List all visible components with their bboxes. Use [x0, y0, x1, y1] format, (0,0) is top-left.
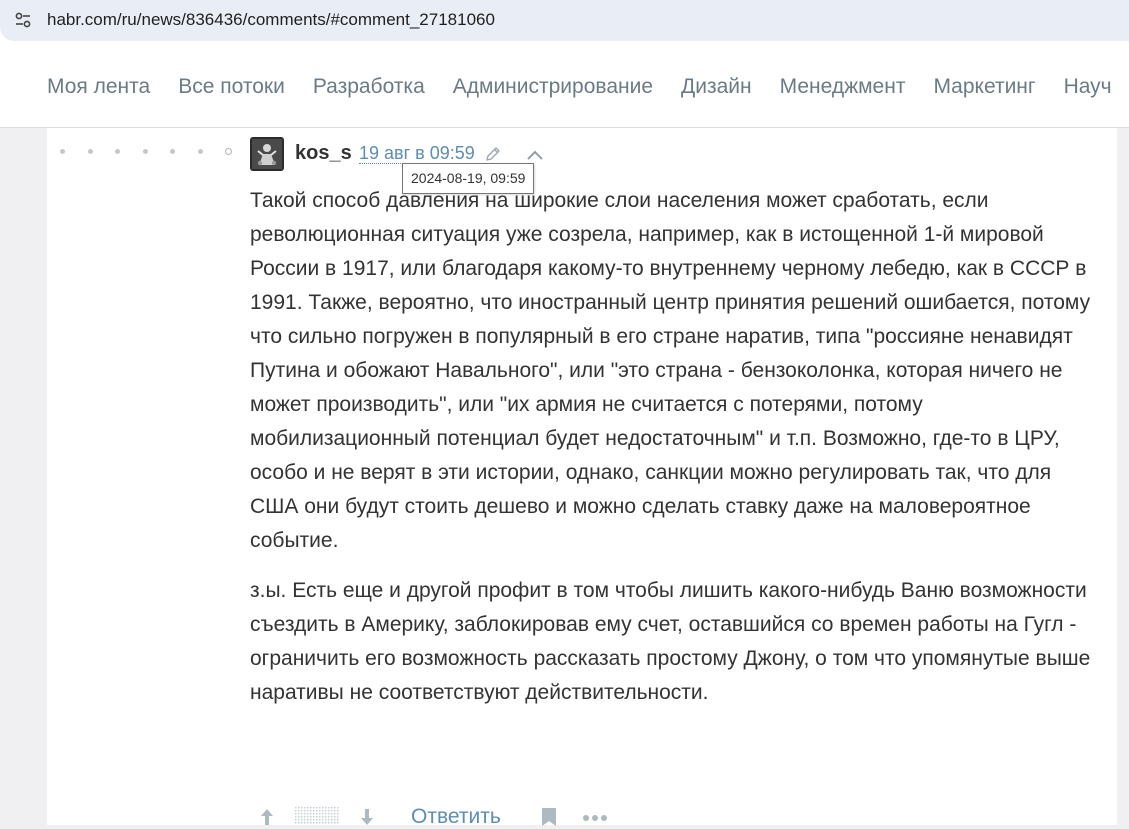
chevron-up-icon[interactable] — [525, 148, 545, 162]
thread-dot — [87, 149, 93, 154]
reply-button[interactable]: Ответить — [411, 805, 501, 829]
comment-time-link[interactable]: 19 авг в 09:59 — [359, 144, 475, 164]
bookmark-icon[interactable] — [541, 808, 557, 826]
habr-nav-bar: Моя лента Все потоки Разработка Админист… — [0, 50, 1129, 128]
nav-item-science[interactable]: Науч — [1064, 75, 1112, 99]
thread-dot — [170, 149, 175, 154]
omnibox[interactable]: habr.com/ru/news/836436/comments/#commen… — [0, 0, 1129, 41]
avatar[interactable] — [250, 137, 284, 171]
thread-dot — [142, 149, 148, 154]
timestamp-tooltip: 2024-08-19, 09:59 — [402, 163, 535, 194]
nav-item-all-streams[interactable]: Все потоки — [178, 75, 285, 99]
arrow-up-icon[interactable] — [258, 808, 276, 826]
comment-body: Такой способ давления на широкие слои на… — [250, 184, 1100, 726]
url-text[interactable]: habr.com/ru/news/836436/comments/#commen… — [47, 10, 495, 30]
thread-dot — [60, 149, 65, 154]
thread-depth-indicator — [60, 148, 255, 155]
nav-item-my-feed[interactable]: Моя лента — [47, 75, 150, 99]
comment-paragraph: Такой способ давления на широкие слои на… — [250, 189, 1091, 552]
pencil-icon — [486, 147, 500, 161]
nav-tabs: Моя лента Все потоки Разработка Админист… — [47, 75, 1129, 99]
browser-address-bar: habr.com/ru/news/836436/comments/#commen… — [0, 0, 1129, 50]
thread-dot — [115, 149, 120, 154]
nav-item-management[interactable]: Менеджмент — [780, 75, 906, 99]
arrow-down-icon[interactable] — [358, 808, 376, 826]
nav-item-design[interactable]: Дизайн — [681, 75, 752, 99]
comment-paragraph: з.ы. Есть еще и другой профит в том чтоб… — [250, 579, 1091, 704]
tune-icon[interactable] — [13, 10, 33, 30]
nav-item-marketing[interactable]: Маркетинг — [933, 75, 1035, 99]
nav-item-administration[interactable]: Администрирование — [453, 75, 653, 99]
thread-dot — [197, 149, 203, 154]
score-placeholder — [295, 807, 339, 825]
comment-author[interactable]: kos_s — [295, 142, 352, 165]
more-dots-icon[interactable] — [582, 814, 608, 822]
thread-dot-current — [225, 148, 232, 155]
nav-item-development[interactable]: Разработка — [313, 75, 425, 99]
